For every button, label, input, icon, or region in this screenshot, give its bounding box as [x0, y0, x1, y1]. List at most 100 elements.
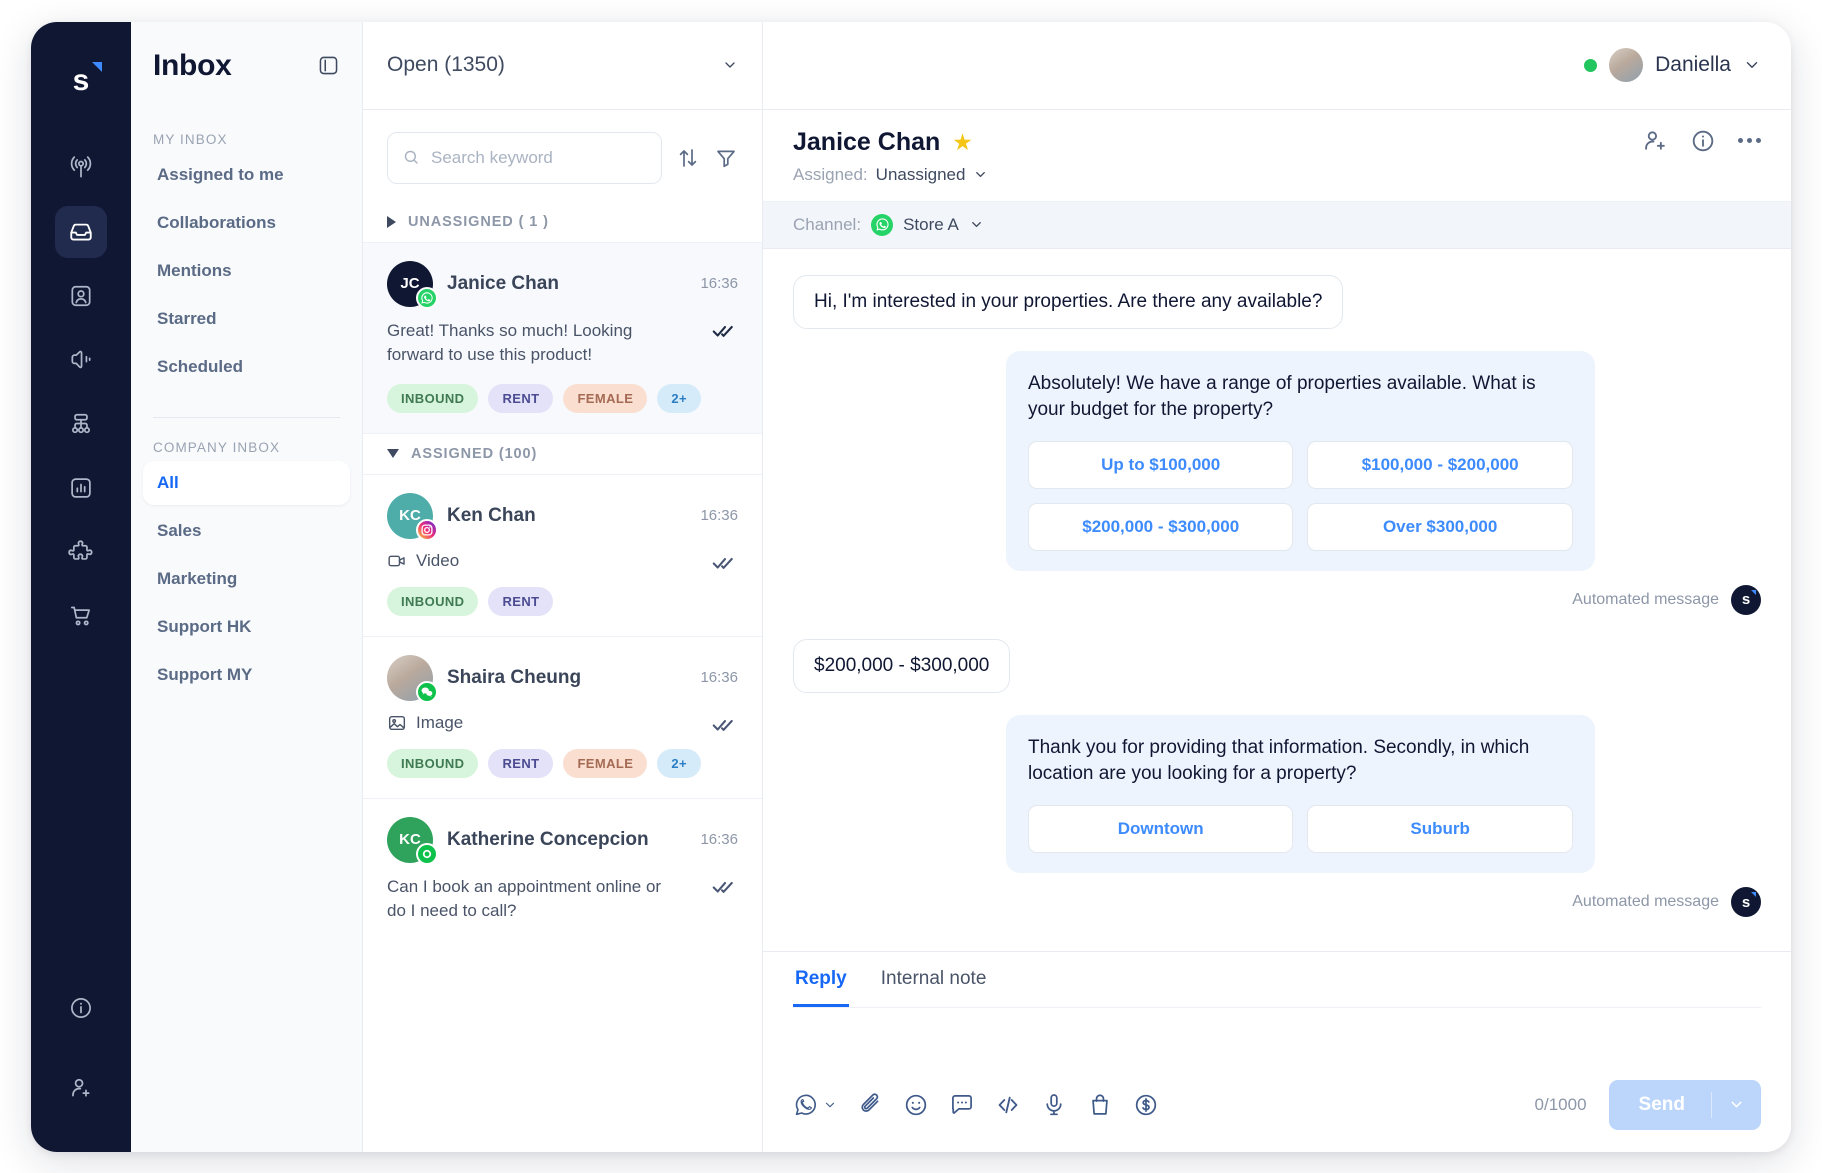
section-header-unassigned[interactable]: UNASSIGNED ( 1 ): [363, 202, 762, 242]
primary-nav-rail: s: [31, 21, 131, 1152]
sidebar-item-scheduled[interactable]: Scheduled: [143, 345, 350, 389]
payment-icon[interactable]: [1133, 1092, 1159, 1118]
status-filter-dropdown[interactable]: Open (1350): [363, 22, 762, 110]
section-title-unassigned: UNASSIGNED ( 1 ): [408, 213, 549, 230]
section-header-assigned[interactable]: ASSIGNED (100): [363, 432, 762, 474]
more-options-icon[interactable]: [1738, 138, 1761, 143]
whatsapp-outline-glyph: [795, 1094, 816, 1115]
tab-reply[interactable]: Reply: [793, 952, 849, 1007]
whatsapp-glyph: [875, 218, 889, 231]
user-menu[interactable]: Daniella: [1584, 48, 1761, 82]
search-input[interactable]: [431, 147, 647, 168]
paperclip-glyph: [861, 1092, 879, 1112]
app-window: s Inbox MY INBOX Assigned to me Collabor…: [31, 21, 1791, 1152]
app-logo: s: [58, 58, 104, 104]
sidebar-item-sales[interactable]: Sales: [143, 509, 350, 553]
bot-avatar: s: [1731, 887, 1761, 918]
rail-item-broadcast[interactable]: [55, 142, 107, 194]
conversation-tags: INBOUND RENT FEMALE 2+: [387, 383, 738, 413]
assignee-dropdown[interactable]: Assigned: Unassigned: [793, 165, 988, 185]
rail-bottom-group: [55, 982, 107, 1126]
conversation-preview: Great! Thanks so much! Looking forward t…: [387, 319, 738, 368]
product-bag-icon[interactable]: [1087, 1092, 1113, 1118]
automated-message-label: Automated message: [1572, 893, 1719, 911]
conversation-header-left: Janice Chan ★ Assigned: Unassigned: [793, 128, 988, 185]
quick-reply-button[interactable]: Up to $100,000: [1027, 440, 1294, 489]
whatsapp-channel-icon[interactable]: [793, 1092, 837, 1118]
message-row-incoming: Hi, I'm interested in your properties. A…: [793, 274, 1761, 329]
code-glyph: [998, 1096, 1018, 1113]
quick-reply-button[interactable]: Suburb: [1307, 805, 1573, 854]
sidebar-item-support-my[interactable]: Support MY: [143, 653, 350, 697]
conversation-row-ken-chan[interactable]: KC Ken Chan 16:36 Video INBOUND RENT: [363, 473, 762, 636]
info-icon[interactable]: [1690, 128, 1716, 154]
wechat-icon: [416, 680, 438, 703]
composer-textarea[interactable]: [793, 1008, 1761, 1080]
send-options-chevron[interactable]: [1712, 1082, 1761, 1127]
bot-avatar-accent: [1751, 589, 1756, 595]
message-thread: Hi, I'm interested in your properties. A…: [763, 249, 1791, 951]
rail-item-integrations[interactable]: [55, 526, 107, 578]
message-footer: Automated message s: [1006, 584, 1761, 615]
star-icon[interactable]: ★: [952, 130, 973, 154]
rail-item-flow-builder[interactable]: [55, 398, 107, 450]
quick-reply-button[interactable]: Over $300,000: [1307, 502, 1573, 551]
send-button[interactable]: Send: [1608, 1079, 1761, 1130]
quick-reply-button[interactable]: Downtown: [1027, 805, 1294, 854]
sidebar-item-mentions[interactable]: Mentions: [143, 249, 350, 293]
voice-message-icon[interactable]: [1041, 1092, 1067, 1118]
outgoing-message-group: Absolutely! We have a range of propertie…: [1005, 350, 1761, 615]
tab-internal-note[interactable]: Internal note: [879, 952, 989, 1007]
sidebar-item-support-hk[interactable]: Support HK: [143, 605, 350, 649]
whatsapp-ring-glyph: [422, 849, 432, 858]
quick-reply-button[interactable]: $200,000 - $300,000: [1027, 502, 1294, 551]
conversation-row-janice-chan[interactable]: JC Janice Chan 16:36 Great! Thanks so mu…: [363, 241, 762, 433]
attachment-icon[interactable]: [857, 1092, 883, 1118]
rail-item-contacts[interactable]: [55, 270, 107, 322]
emoji-glyph: [905, 1094, 927, 1115]
message-row-outgoing: Absolutely! We have a range of propertie…: [793, 350, 1761, 615]
tag-rent: RENT: [488, 748, 554, 778]
composer-toolbar: 0/1000 Send: [793, 1079, 1761, 1152]
rail-item-commerce[interactable]: [55, 590, 107, 642]
code-snippet-icon[interactable]: [995, 1092, 1021, 1118]
sidebar-item-collaborations[interactable]: Collaborations: [143, 201, 350, 245]
conversation-preview-text: Great! Thanks so much! Looking forward t…: [387, 320, 633, 365]
sidebar-item-marketing[interactable]: Marketing: [143, 557, 350, 601]
sidebar-item-all[interactable]: All: [143, 460, 350, 505]
rail-item-inbox[interactable]: [55, 205, 107, 258]
rail-item-info[interactable]: [55, 982, 107, 1034]
quick-reply-icon[interactable]: [949, 1092, 975, 1118]
search-input-wrapper[interactable]: [387, 131, 662, 184]
rail-item-analytics[interactable]: [55, 462, 107, 514]
sort-icon[interactable]: [676, 146, 700, 170]
conversation-name: Katherine Concepcion: [447, 828, 649, 850]
rail-item-campaign[interactable]: [55, 334, 107, 386]
dollar-circle-glyph: [1135, 1094, 1157, 1115]
rail-item-invite-user[interactable]: [55, 1062, 107, 1114]
panel-toggle-icon[interactable]: [317, 54, 340, 77]
channel-bar[interactable]: Channel: Store A: [763, 201, 1791, 249]
conversation-row-shaira-cheung[interactable]: Shaira Cheung 16:36 Image INBOUND RENT F…: [363, 635, 762, 798]
flow-builder-icon: [72, 413, 90, 433]
sidebar-item-starred[interactable]: Starred: [143, 297, 350, 341]
tag-more-count[interactable]: 2+: [657, 748, 701, 778]
message-card: Absolutely! We have a range of propertie…: [1005, 350, 1595, 571]
message-bubble: $200,000 - $300,000: [793, 638, 1011, 693]
quick-reply-button[interactable]: $100,000 - $200,000: [1307, 440, 1573, 489]
wechat-glyph: [421, 687, 433, 697]
add-contact-icon[interactable]: [1642, 128, 1668, 154]
sidebar-header: Inbox: [131, 22, 362, 110]
conversation-row-katherine-concepcion[interactable]: KC Katherine Concepcion 16:36 Can I book…: [363, 797, 762, 944]
whatsapp-glyph: [421, 291, 433, 304]
tag-more-count[interactable]: 2+: [657, 383, 701, 413]
conversation-name: Shaira Cheung: [447, 666, 582, 688]
whatsapp-icon: [416, 842, 438, 865]
chevron-down-icon: [825, 1102, 835, 1107]
emoji-icon[interactable]: [903, 1092, 929, 1118]
bot-avatar-letter: s: [1741, 893, 1751, 911]
sidebar-item-assigned-to-me[interactable]: Assigned to me: [143, 153, 350, 197]
app-logo-letter: s: [72, 63, 90, 97]
filter-icon[interactable]: [714, 146, 738, 170]
broadcast-icon: [70, 155, 92, 178]
